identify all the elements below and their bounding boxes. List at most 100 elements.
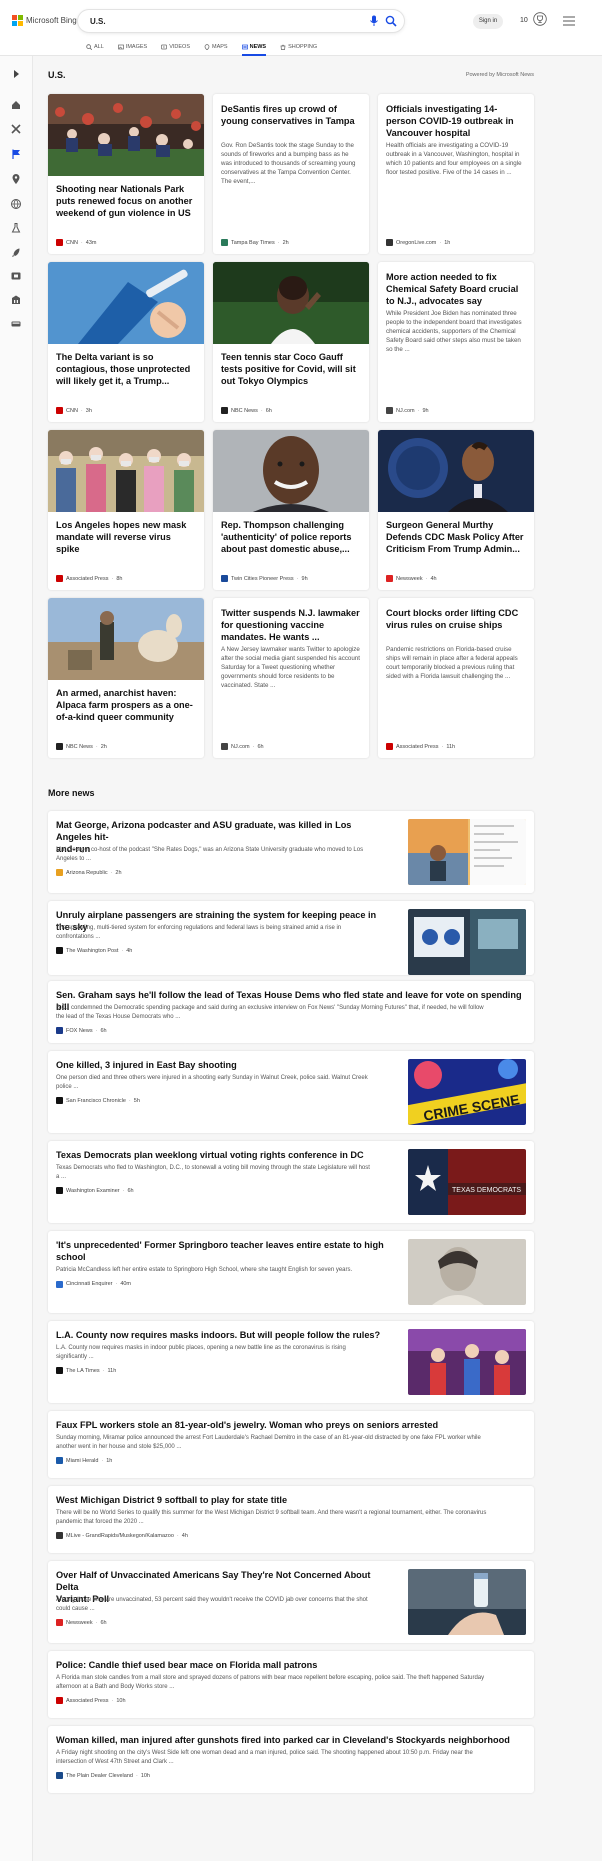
- more-news-item[interactable]: Over Half of Unvaccinated Americans Say …: [48, 1561, 534, 1643]
- more-news-source[interactable]: Newsweek · 6h: [56, 1619, 107, 1626]
- more-news-title[interactable]: West Michigan District 9 softball to pla…: [56, 1494, 526, 1506]
- expand-arrow-icon[interactable]: [10, 68, 22, 80]
- more-news-title[interactable]: Police: Candle thief used bear mace on F…: [56, 1659, 526, 1671]
- news-card-title[interactable]: Los Angeles hopes new mask mandate will …: [48, 519, 204, 555]
- news-card[interactable]: Shooting near Nationals Park puts renewe…: [48, 94, 204, 254]
- more-news-item[interactable]: Mat George, Arizona podcaster and ASU gr…: [48, 811, 534, 893]
- more-news-source[interactable]: MLive - GrandRapids/Muskegon/Kalamazoo · 4…: [56, 1532, 188, 1539]
- globe-icon[interactable]: [10, 198, 22, 210]
- microphone-icon[interactable]: [369, 15, 379, 27]
- more-news-item[interactable]: Faux FPL workers stole an 81-year-old's …: [48, 1411, 534, 1478]
- more-news-item[interactable]: Texas Democrats plan weeklong virtual vo…: [48, 1141, 534, 1223]
- tab-videos[interactable]: VIDEOS: [161, 40, 190, 54]
- more-news-source[interactable]: The Washington Post · 4h: [56, 947, 132, 954]
- more-news-source[interactable]: Cincinnati Enquirer · 40m: [56, 1280, 131, 1288]
- tab-maps[interactable]: MAPS: [204, 40, 228, 54]
- news-card-source[interactable]: Newsweek · 4h: [386, 575, 437, 582]
- tab-all[interactable]: ALL: [86, 40, 104, 54]
- tab-news[interactable]: NEWS: [241, 40, 266, 56]
- news-card-title[interactable]: Twitter suspends N.J. lawmaker for quest…: [213, 607, 369, 643]
- sign-in-button[interactable]: Sign in: [473, 14, 503, 29]
- more-news-source[interactable]: FOX News · 6h: [56, 1027, 107, 1034]
- more-news-thumbnail[interactable]: CRIME SCENE: [408, 1059, 526, 1125]
- news-card-title[interactable]: DeSantis fires up crowd of young conserv…: [213, 103, 369, 127]
- more-news-thumbnail[interactable]: [408, 1569, 526, 1635]
- news-card[interactable]: An armed, anarchist haven: Alpaca farm p…: [48, 598, 204, 758]
- more-news-source[interactable]: Miami Herald · 1h: [56, 1457, 112, 1464]
- more-news-title[interactable]: L.A. County now requires masks indoors. …: [56, 1329, 386, 1341]
- news-card-title[interactable]: Teen tennis star Coco Gauff tests positi…: [213, 351, 369, 387]
- more-news-item[interactable]: Sen. Graham says he'll follow the lead o…: [48, 981, 534, 1043]
- rocket-icon[interactable]: [10, 246, 22, 258]
- news-card-source[interactable]: Twin Cities Pioneer Press · 9h: [221, 575, 308, 582]
- news-card-source[interactable]: Associated Press · 8h: [56, 575, 122, 582]
- more-news-item[interactable]: One killed, 3 injured in East Bay shooti…: [48, 1051, 534, 1133]
- more-news-item[interactable]: L.A. County now requires masks indoors. …: [48, 1321, 534, 1403]
- news-card-source[interactable]: Associated Press · 11h: [386, 743, 455, 750]
- news-card[interactable]: More action needed to fix Chemical Safet…: [378, 262, 534, 422]
- news-card-source[interactable]: NBC News · 6h: [221, 407, 272, 414]
- more-news-thumbnail[interactable]: [408, 909, 526, 975]
- building-icon[interactable]: [10, 294, 22, 306]
- tab-images[interactable]: IMAGES: [117, 40, 147, 54]
- news-card[interactable]: Court blocks order lifting CDC virus rul…: [378, 598, 534, 758]
- news-card[interactable]: Teen tennis star Coco Gauff tests positi…: [213, 262, 369, 422]
- more-news-title[interactable]: Faux FPL workers stole an 81-year-old's …: [56, 1419, 526, 1431]
- more-news-item[interactable]: 'It's unprecedented' Former Springboro t…: [48, 1231, 534, 1313]
- more-news-item[interactable]: Woman killed, man injured after gunshots…: [48, 1726, 534, 1793]
- more-news-thumbnail[interactable]: [408, 1239, 526, 1305]
- search-icon[interactable]: [385, 15, 397, 27]
- more-news-thumbnail[interactable]: [408, 819, 526, 885]
- more-news-title[interactable]: Woman killed, man injured after gunshots…: [56, 1734, 526, 1746]
- news-card[interactable]: Los Angeles hopes new mask mandate will …: [48, 430, 204, 590]
- crossed-tools-icon[interactable]: [10, 123, 22, 135]
- news-card-title[interactable]: Shooting near Nationals Park puts renewe…: [48, 183, 204, 219]
- news-card[interactable]: The Delta variant is so contagious, thos…: [48, 262, 204, 422]
- more-news-title[interactable]: Texas Democrats plan weeklong virtual vo…: [56, 1149, 386, 1161]
- more-news-thumbnail[interactable]: [408, 1329, 526, 1395]
- news-card-title[interactable]: Officials investigating 14-person COVID-…: [378, 103, 534, 139]
- news-card-source[interactable]: CNN · 3h: [56, 407, 92, 414]
- news-card-title[interactable]: Surgeon General Murthy Defends CDC Mask …: [378, 519, 534, 555]
- location-pin-icon[interactable]: [10, 173, 22, 185]
- search-input[interactable]: [90, 14, 330, 28]
- tab-shopping[interactable]: SHOPPING: [280, 40, 317, 54]
- home-icon[interactable]: [10, 99, 22, 111]
- more-news-item[interactable]: Unruly airplane passengers are straining…: [48, 901, 534, 975]
- more-news-source[interactable]: Washington Examiner · 6h: [56, 1187, 134, 1194]
- rewards-trophy-icon[interactable]: [533, 12, 547, 26]
- news-card-title[interactable]: Court blocks order lifting CDC virus rul…: [378, 607, 534, 631]
- news-card-source[interactable]: Tampa Bay Times · 2h: [221, 239, 289, 246]
- bing-logo[interactable]: Microsoft Bing: [12, 15, 77, 26]
- news-card-title[interactable]: An armed, anarchist haven: Alpaca farm p…: [48, 687, 204, 723]
- news-card-source[interactable]: NJ.com · 6h: [221, 743, 264, 750]
- news-card-title[interactable]: The Delta variant is so contagious, thos…: [48, 351, 204, 387]
- more-news-title[interactable]: 'It's unprecedented' Former Springboro t…: [56, 1239, 386, 1263]
- news-card-title[interactable]: More action needed to fix Chemical Safet…: [378, 271, 534, 307]
- news-card[interactable]: DeSantis fires up crowd of young conserv…: [213, 94, 369, 254]
- movie-icon[interactable]: [10, 270, 22, 282]
- news-card-title[interactable]: Rep. Thompson challenging 'authenticity'…: [213, 519, 369, 555]
- flask-icon[interactable]: [10, 222, 22, 234]
- news-card[interactable]: Surgeon General Murthy Defends CDC Mask …: [378, 430, 534, 590]
- news-card-source[interactable]: NJ.com · 9h: [386, 407, 429, 414]
- flag-icon[interactable]: [10, 148, 22, 160]
- news-card-source[interactable]: NBC News · 2h: [56, 743, 107, 750]
- more-news-thumbnail[interactable]: TEXAS DEMOCRATS: [408, 1149, 526, 1215]
- more-news-source[interactable]: The Plain Dealer Cleveland · 10h: [56, 1772, 150, 1779]
- more-news-item[interactable]: Police: Candle thief used bear mace on F…: [48, 1651, 534, 1718]
- hamburger-menu-icon[interactable]: [563, 16, 575, 26]
- more-news-source[interactable]: San Francisco Chronicle · 5h: [56, 1097, 140, 1104]
- more-news-source[interactable]: The LA Times · 11h: [56, 1367, 116, 1374]
- more-news-title[interactable]: One killed, 3 injured in East Bay shooti…: [56, 1059, 386, 1071]
- car-icon[interactable]: [10, 318, 22, 330]
- news-card[interactable]: Rep. Thompson challenging 'authenticity'…: [213, 430, 369, 590]
- more-news-item[interactable]: West Michigan District 9 softball to pla…: [48, 1486, 534, 1553]
- news-card[interactable]: Officials investigating 14-person COVID-…: [378, 94, 534, 254]
- more-news-source[interactable]: Arizona Republic · 2h: [56, 869, 122, 876]
- search-box[interactable]: [78, 10, 404, 32]
- more-news-source[interactable]: Associated Press · 10h: [56, 1697, 126, 1704]
- news-card[interactable]: Twitter suspends N.J. lawmaker for quest…: [213, 598, 369, 758]
- news-card-source[interactable]: CNN · 43m: [56, 239, 96, 246]
- news-card-source[interactable]: OregonLive.com · 1h: [386, 239, 450, 246]
